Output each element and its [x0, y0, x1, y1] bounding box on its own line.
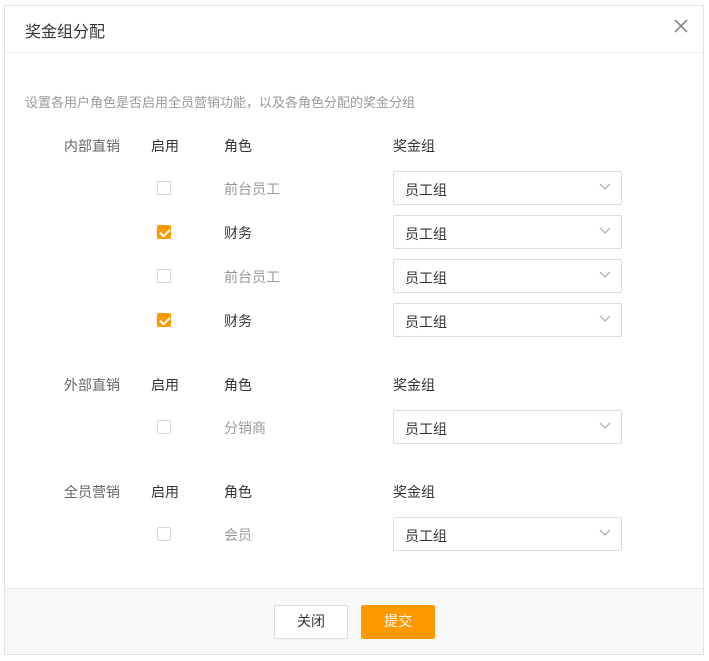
role-row: 分销商 员工组	[5, 410, 703, 444]
dialog-title: 奖金组分配	[25, 22, 106, 41]
checkbox-checked[interactable]	[157, 225, 171, 239]
chevron-down-icon	[599, 227, 611, 234]
role-label: 分销商	[224, 421, 266, 437]
chevron-down-icon	[599, 183, 611, 190]
role-label: 会员	[224, 528, 252, 544]
role-label: 前台员工	[224, 270, 280, 286]
bonus-group-value: 员工组	[405, 271, 447, 287]
col-header-bonus: 奖金组	[393, 378, 435, 394]
dialog-description: 设置各用户角色是否启用全员营销功能，以及各角色分配的奖金分组	[25, 96, 416, 111]
bonus-group-select[interactable]: 员工组	[393, 303, 622, 337]
role-row: 前台员工 员工组	[5, 171, 703, 205]
col-header-bonus: 奖金组	[393, 139, 435, 155]
col-header-role: 角色	[224, 139, 252, 155]
bonus-group-value: 员工组	[405, 227, 447, 243]
bonus-group-select[interactable]: 员工组	[393, 517, 622, 551]
bonus-group-value: 员工组	[405, 529, 447, 545]
col-header-role: 角色	[224, 485, 252, 501]
role-label: 财务	[224, 314, 252, 330]
role-row: 会员 员工组	[5, 517, 703, 551]
chevron-down-icon	[599, 529, 611, 536]
checkbox[interactable]	[157, 269, 171, 283]
dialog-footer: 关闭 提交	[5, 588, 703, 654]
submit-button[interactable]: 提交	[361, 605, 435, 639]
group-name: 全员营销	[64, 485, 120, 501]
checkbox[interactable]	[157, 420, 171, 434]
chevron-down-icon	[599, 422, 611, 429]
col-header-enable: 启用	[151, 485, 179, 501]
dialog-header: 奖金组分配	[5, 6, 703, 53]
role-row: 前台员工 员工组	[5, 259, 703, 293]
checkbox[interactable]	[157, 181, 171, 195]
bonus-group-select[interactable]: 员工组	[393, 410, 622, 444]
col-header-bonus: 奖金组	[393, 485, 435, 501]
role-label: 财务	[224, 226, 252, 242]
checkbox-checked[interactable]	[157, 313, 171, 327]
group-name: 内部直销	[64, 139, 120, 155]
bonus-group-dialog: 奖金组分配 设置各用户角色是否启用全员营销功能，以及各角色分配的奖金分组 内部直…	[4, 5, 704, 655]
role-row: 财务 员工组	[5, 215, 703, 249]
close-button[interactable]: 关闭	[274, 605, 348, 639]
col-header-enable: 启用	[151, 378, 179, 394]
chevron-down-icon	[599, 271, 611, 278]
bonus-group-value: 员工组	[405, 422, 447, 438]
group-name: 外部直销	[64, 378, 120, 394]
col-header-enable: 启用	[151, 139, 179, 155]
bonus-group-select[interactable]: 员工组	[393, 259, 622, 293]
role-label: 前台员工	[224, 182, 280, 198]
bonus-group-value: 员工组	[405, 183, 447, 199]
role-row: 财务 员工组	[5, 303, 703, 337]
bonus-group-select[interactable]: 员工组	[393, 171, 622, 205]
checkbox[interactable]	[157, 527, 171, 541]
close-icon[interactable]	[671, 16, 691, 36]
chevron-down-icon	[599, 315, 611, 322]
col-header-role: 角色	[224, 378, 252, 394]
bonus-group-value: 员工组	[405, 315, 447, 331]
bonus-group-select[interactable]: 员工组	[393, 215, 622, 249]
